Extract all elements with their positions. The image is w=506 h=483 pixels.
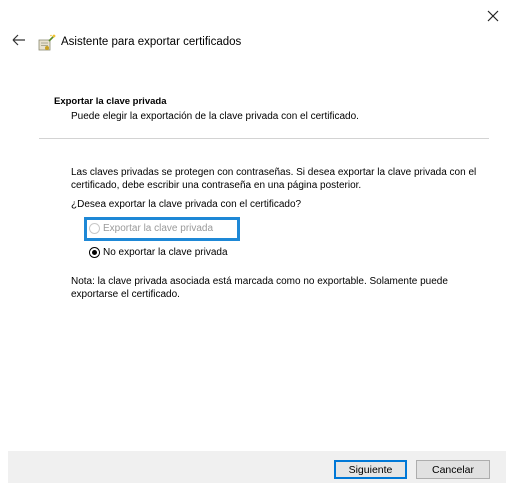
section-title: Exportar la clave privada — [54, 96, 167, 107]
close-icon[interactable] — [485, 8, 501, 24]
wizard-title: Asistente para exportar certificados — [61, 36, 242, 48]
radio-label-no-export: No exportar la clave privada — [103, 246, 228, 258]
back-arrow-icon[interactable] — [10, 32, 28, 48]
highlight-box — [84, 217, 240, 241]
certificate-wizard-icon — [38, 34, 56, 51]
header-divider — [39, 138, 489, 139]
note-text: Nota: la clave privada asociada está mar… — [71, 276, 448, 300]
description-text: Las claves privadas se protegen con cont… — [71, 167, 477, 191]
cancel-button[interactable]: Cancelar — [416, 460, 490, 479]
export-question: ¿Desea exportar la clave privada con el … — [71, 199, 302, 210]
section-subtitle: Puede elegir la exportación de la clave … — [71, 111, 359, 122]
radio-button-checked[interactable] — [89, 246, 100, 258]
radio-no-export-private-key[interactable]: No exportar la clave privada — [89, 244, 228, 260]
next-button[interactable]: Siguiente — [334, 460, 407, 479]
